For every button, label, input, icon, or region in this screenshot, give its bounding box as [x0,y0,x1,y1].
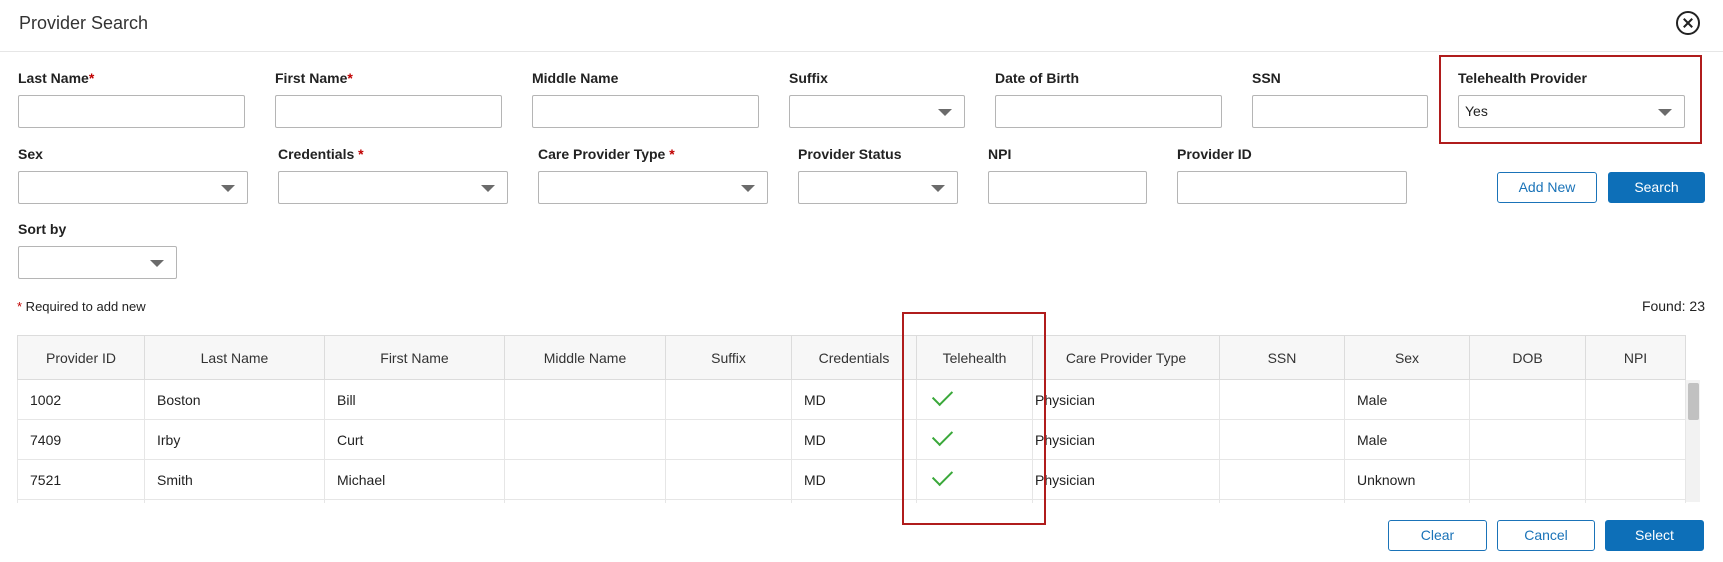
middle-name-label: Middle Name [532,70,619,86]
last-name-label: Last Name* [18,70,95,86]
cell-npi [1585,459,1686,500]
provider-status-label: Provider Status [798,146,902,162]
middle-name-input[interactable] [532,95,759,128]
col-header-dob[interactable]: DOB [1469,335,1586,380]
select-button[interactable]: Select [1605,520,1704,551]
chevron-down-icon [741,185,755,192]
cell-credentials: MD [791,419,917,460]
npi-label: NPI [988,146,1012,162]
cell-credentials: MD [791,379,917,420]
care-provider-type-select[interactable] [538,171,768,204]
add-new-button[interactable]: Add New [1497,172,1597,203]
cell-credentials: MD [791,459,917,500]
cell-suffix [665,459,792,500]
table-row[interactable]: 1002 Boston Bill MD Physician Male [17,379,1686,420]
dialog-header: Provider Search [0,0,1723,52]
chevron-down-icon [150,260,164,267]
telehealth-column-highlight [902,312,1046,525]
results-count: Found: 23 [1641,298,1705,314]
col-header-npi[interactable]: NPI [1585,335,1686,380]
cell-suffix [665,379,792,420]
dob-label: Date of Birth [995,70,1079,86]
col-header-first-name[interactable]: First Name [324,335,505,380]
cell-last-name: Boston [144,379,325,420]
first-name-input[interactable] [275,95,502,128]
cell-care-provider-type: Physician [1032,419,1220,460]
sort-by-select[interactable] [18,246,177,279]
chevron-down-icon [938,109,952,116]
first-name-label: First Name* [275,70,353,86]
col-header-suffix[interactable]: Suffix [665,335,792,380]
cell-sex: Male [1344,419,1470,460]
provider-status-select[interactable] [798,171,958,204]
table-row[interactable]: 7409 Irby Curt MD Physician Male [17,419,1686,460]
suffix-select[interactable] [789,95,965,128]
ssn-input[interactable] [1252,95,1428,128]
cell-provider-id: 1002 [17,379,145,420]
table-header-row: Provider ID Last Name First Name Middle … [17,335,1686,380]
credentials-select[interactable] [278,171,508,204]
cell-middle-name [504,459,666,500]
chevron-down-icon [931,185,945,192]
cell-sex: Unknown [1344,459,1470,500]
cell-suffix [665,419,792,460]
cell-npi [1585,379,1686,420]
cell-ssn [1219,419,1345,460]
dialog-title: Provider Search [19,13,149,33]
telehealth-filter-highlight [1439,55,1702,144]
dob-input[interactable] [995,95,1222,128]
cell-first-name: Michael [324,459,505,500]
cell-dob [1469,459,1586,500]
col-header-middle-name[interactable]: Middle Name [504,335,666,380]
ssn-label: SSN [1252,70,1281,86]
cell-last-name: Smith [144,459,325,500]
col-header-sex[interactable]: Sex [1344,335,1470,380]
cell-provider-id: 7521 [17,459,145,500]
cell-ssn [1219,459,1345,500]
cell-first-name: Curt [324,419,505,460]
cell-care-provider-type: Physician [1032,459,1220,500]
provider-id-label: Provider ID [1177,146,1252,162]
search-button[interactable]: Search [1608,172,1705,203]
sort-by-label: Sort by [18,221,67,237]
table-row[interactable]: 7521 Smith Michael MD Physician Unknown [17,459,1686,500]
credentials-label: Credentials * [278,146,364,162]
chevron-down-icon [221,185,235,192]
required-note: * Required to add new [17,299,146,314]
care-provider-type-label: Care Provider Type * [538,146,675,162]
chevron-down-icon [481,185,495,192]
close-icon[interactable] [1676,11,1700,35]
cancel-button[interactable]: Cancel [1497,520,1595,551]
sex-select[interactable] [18,171,248,204]
cell-ssn [1219,379,1345,420]
cell-last-name: Irby [144,419,325,460]
npi-input[interactable] [988,171,1147,204]
cell-dob [1469,419,1586,460]
col-header-ssn[interactable]: SSN [1219,335,1345,380]
col-header-last-name[interactable]: Last Name [144,335,325,380]
last-name-input[interactable] [18,95,245,128]
suffix-label: Suffix [789,70,828,86]
table-scrollbar-thumb[interactable] [1688,383,1699,420]
provider-id-input[interactable] [1177,171,1407,204]
col-header-care-provider-type[interactable]: Care Provider Type [1032,335,1220,380]
cell-care-provider-type: Physician [1032,379,1220,420]
cell-npi [1585,419,1686,460]
cell-dob [1469,379,1586,420]
col-header-provider-id[interactable]: Provider ID [17,335,145,380]
cell-first-name: Bill [324,379,505,420]
cell-middle-name [504,379,666,420]
sex-label: Sex [18,146,43,162]
cell-provider-id: 7409 [17,419,145,460]
col-header-credentials[interactable]: Credentials [791,335,917,380]
cell-middle-name [504,419,666,460]
cell-sex: Male [1344,379,1470,420]
clear-button[interactable]: Clear [1388,520,1487,551]
